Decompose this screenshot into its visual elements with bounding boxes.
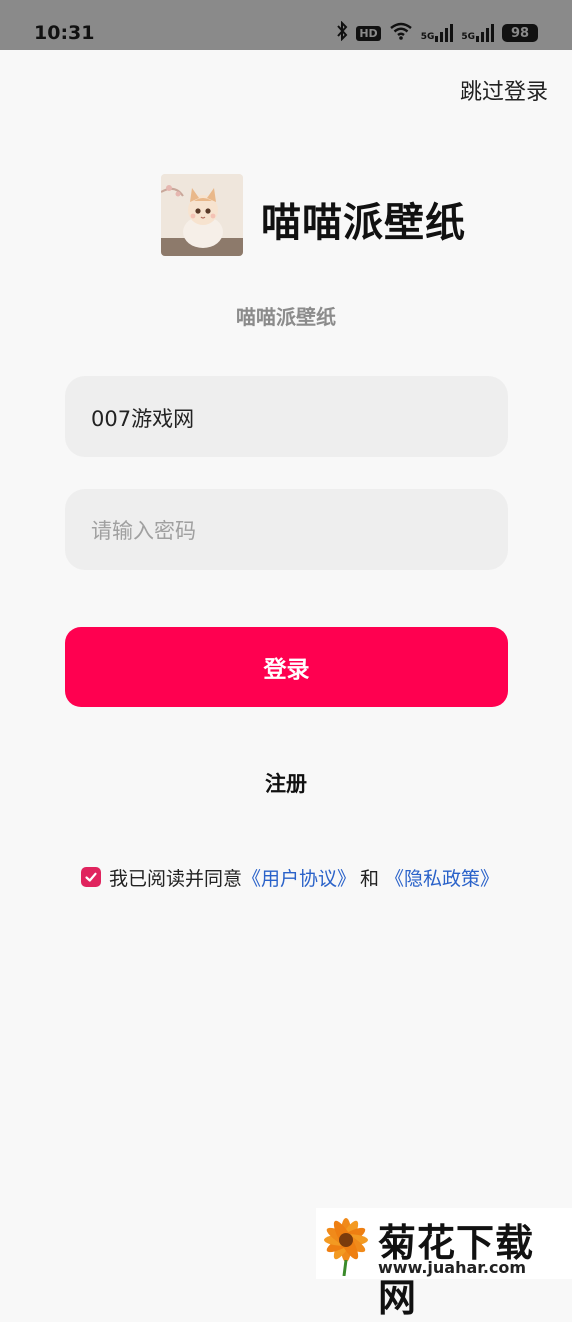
- signal-2-label: 5G: [461, 32, 475, 42]
- battery-icon: 98: [502, 24, 538, 42]
- agreement-checkbox[interactable]: [81, 867, 101, 887]
- bluetooth-icon: [336, 20, 348, 45]
- password-input[interactable]: [89, 489, 488, 572]
- signal-1-label: 5G: [420, 32, 435, 42]
- signal-icon-1: 5G: [421, 24, 454, 42]
- privacy-policy-link[interactable]: 《隐私政策》: [385, 864, 499, 891]
- login-button[interactable]: 登录: [65, 627, 508, 707]
- agreement-and: 和: [360, 867, 380, 890]
- username-input[interactable]: [89, 376, 488, 459]
- watermark: 菊花下载网 www.juahar.com: [316, 1208, 572, 1320]
- username-field-container: [65, 376, 508, 459]
- hd-icon: HD: [356, 25, 381, 41]
- status-icons: HD 5G 5G 98: [336, 18, 538, 48]
- flower-logo-icon: [324, 1218, 368, 1276]
- skip-login-button[interactable]: 跳过登录: [460, 74, 548, 106]
- signal-icon-2: 5G: [461, 24, 494, 42]
- app-title: 喵喵派壁纸: [261, 200, 466, 246]
- agreement-row: 我已阅读并同意 《用户协议》 和 《隐私政策》: [81, 864, 499, 890]
- app-subtitle: 喵喵派壁纸: [236, 305, 336, 329]
- wifi-icon: [389, 22, 413, 44]
- cat-avatar-icon: [161, 174, 243, 256]
- status-time: 10:31: [34, 22, 95, 44]
- watermark-url: www.juahar.com: [378, 1258, 527, 1277]
- status-bar: 10:31 HD 5G 5G 98: [0, 0, 572, 50]
- user-agreement-link[interactable]: 《用户协议》: [242, 864, 356, 891]
- register-link[interactable]: 注册: [0, 768, 572, 798]
- check-icon: [85, 872, 97, 882]
- password-field-container: [65, 489, 508, 572]
- agreement-prefix: 我已阅读并同意: [109, 867, 243, 890]
